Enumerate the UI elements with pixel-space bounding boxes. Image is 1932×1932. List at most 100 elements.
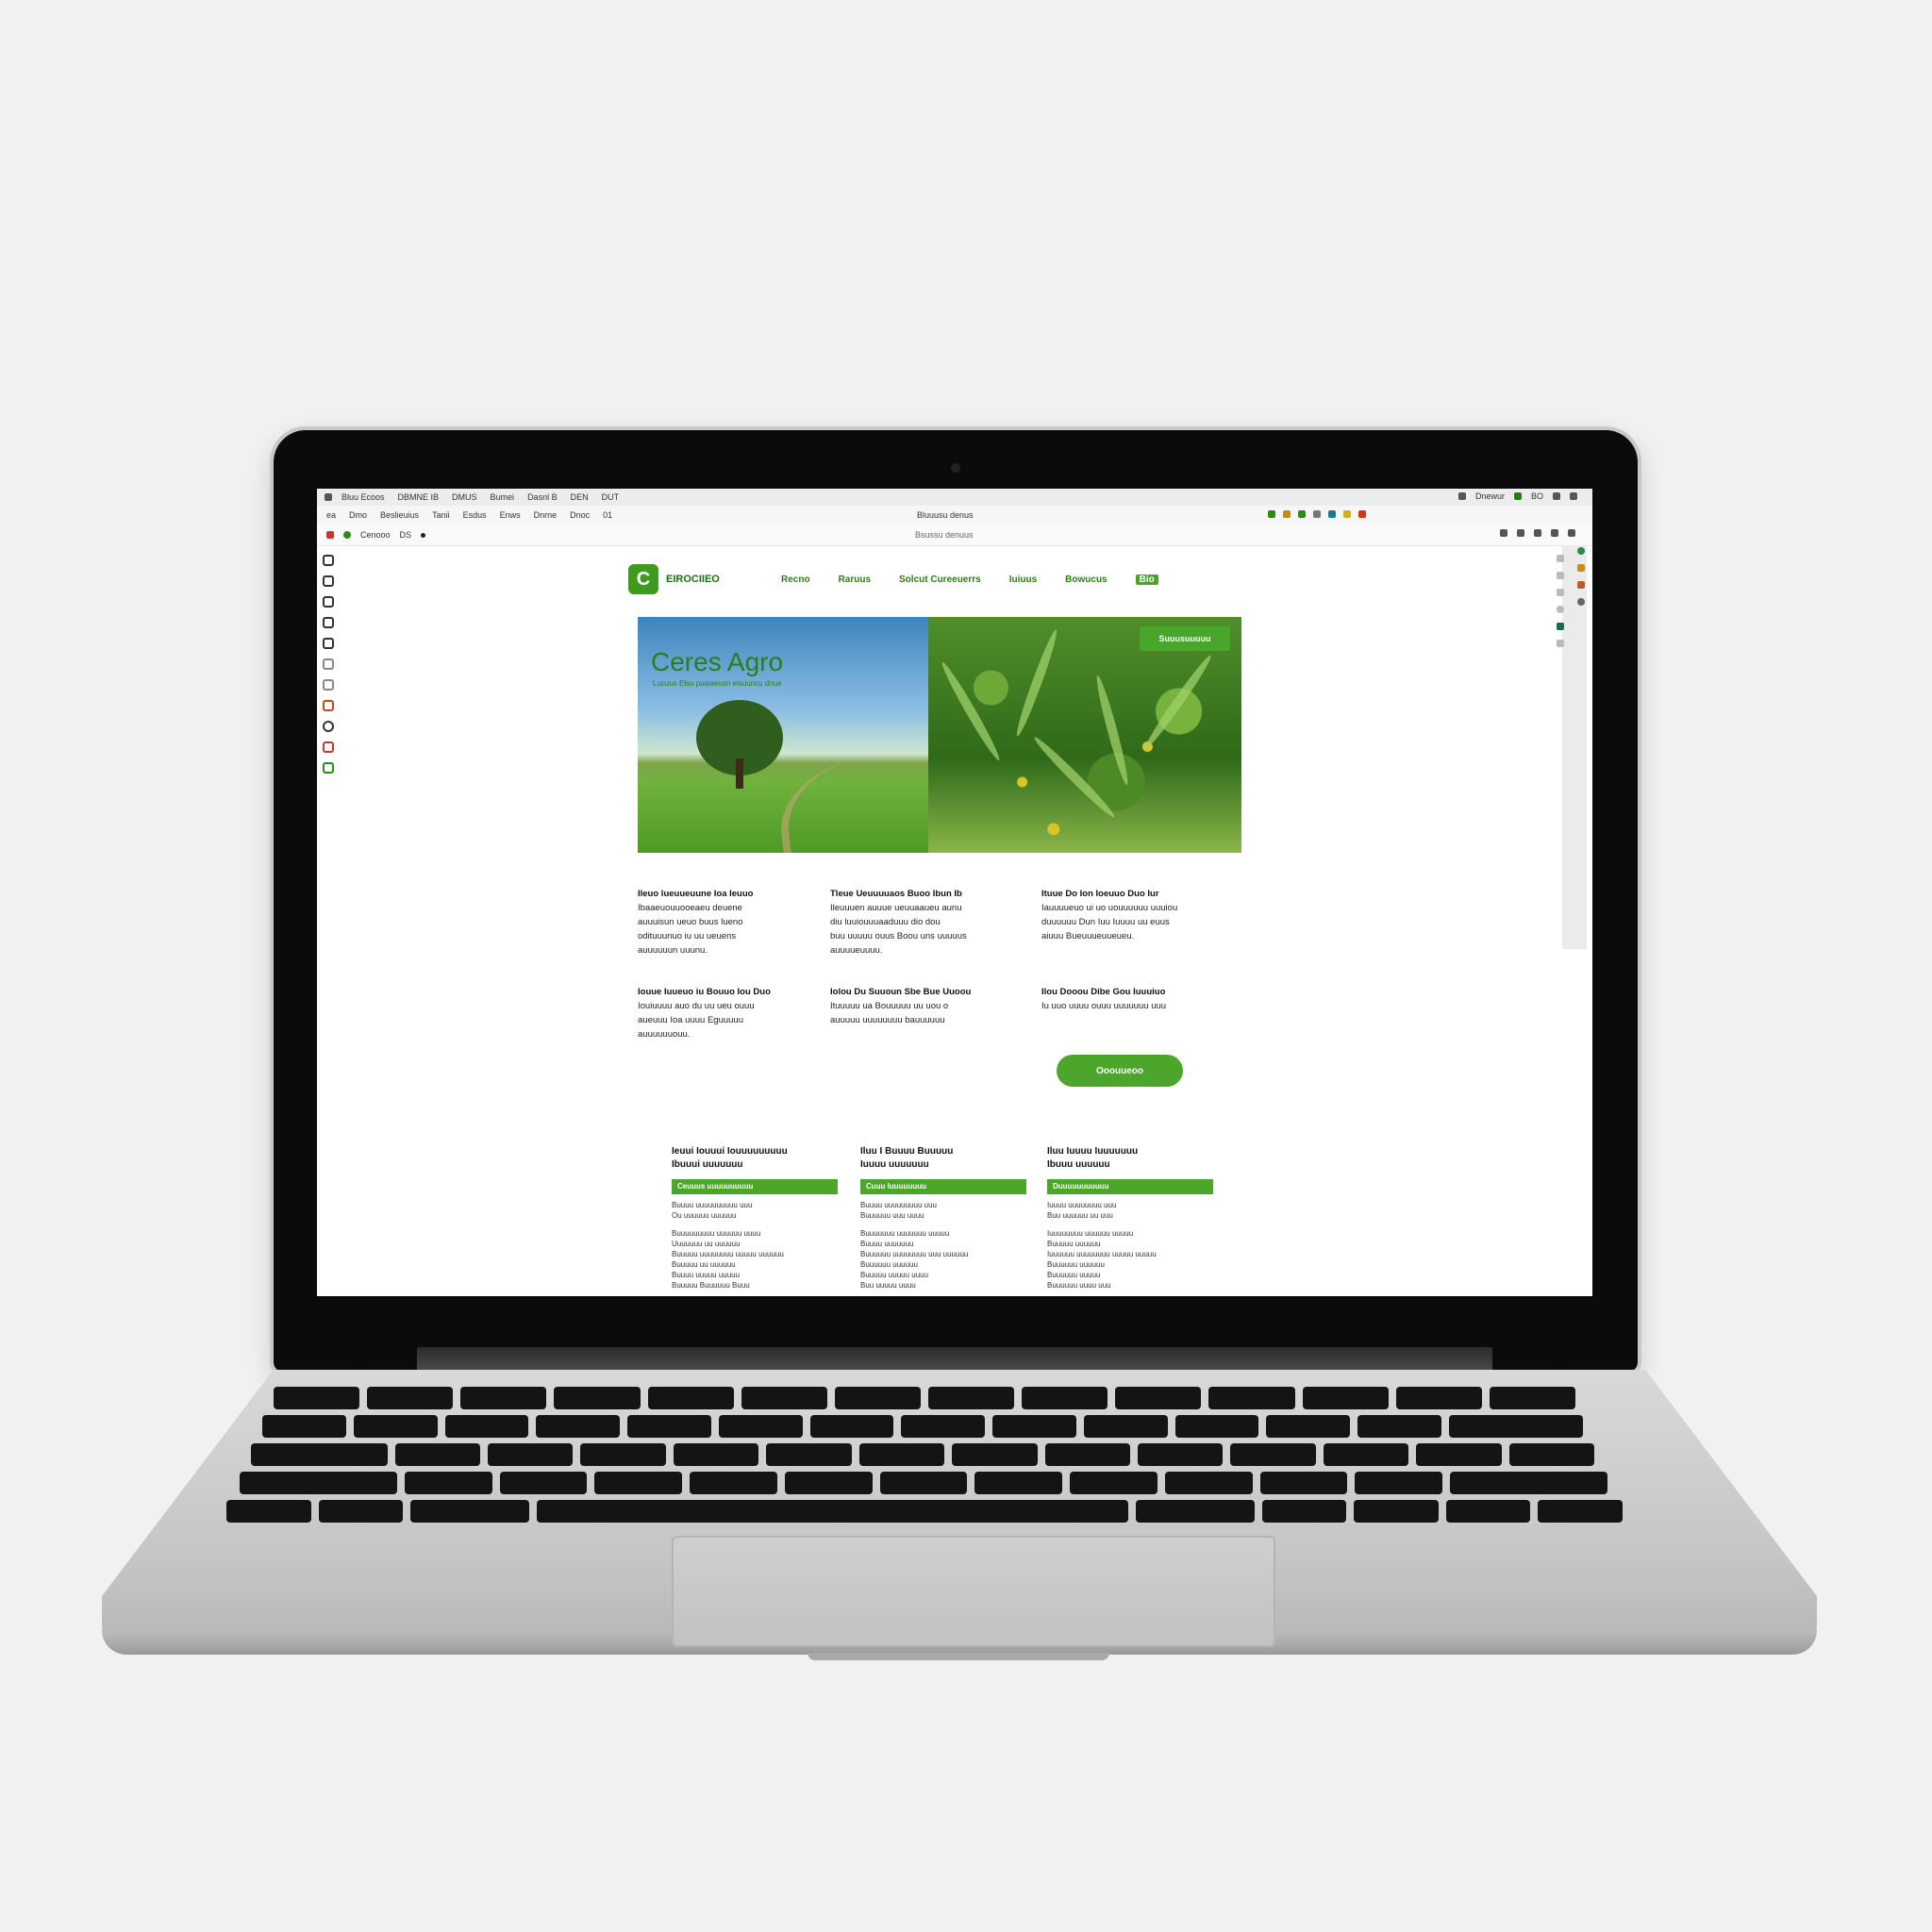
settings-icon[interactable]	[1551, 529, 1558, 537]
tab[interactable]: Dnoc	[570, 510, 590, 520]
panel-icon[interactable]	[1557, 589, 1564, 596]
download-icon[interactable]	[1534, 529, 1541, 537]
right-panel	[1557, 555, 1564, 647]
card-line: Buuuu uuuuuuu	[860, 1240, 914, 1248]
status-text[interactable]: BO	[1531, 491, 1543, 501]
scrollbar[interactable]	[1562, 545, 1587, 949]
extension-icon[interactable]	[1298, 510, 1306, 518]
menu-item[interactable]: Dasnl B	[527, 492, 558, 502]
panel-icon[interactable]	[1557, 555, 1564, 562]
status-icon[interactable]	[1513, 492, 1522, 500]
card-line: Buuuuuu uuuuuu	[1047, 1260, 1105, 1269]
sidebar-icon[interactable]	[323, 700, 334, 711]
card-line: Buuuuu uuuuuuuu uuuuu uuuuuu	[672, 1250, 784, 1258]
sidebar-icon[interactable]	[323, 762, 334, 774]
card-bar[interactable]: Ceuuus uuuuuuuuuu	[672, 1179, 838, 1194]
nav-link[interactable]: Bowucus	[1065, 575, 1107, 585]
card-line: Uuuuuuu uu uuuuuu	[672, 1240, 741, 1248]
panel-icon[interactable]	[1557, 606, 1564, 613]
panel-icon[interactable]	[1557, 640, 1564, 647]
tab[interactable]: 01	[603, 510, 612, 520]
status-icon[interactable]	[1457, 492, 1466, 500]
battery-icon[interactable]	[1570, 492, 1577, 500]
sidebar-icon[interactable]	[323, 575, 334, 587]
field-path	[772, 747, 945, 853]
card-line: Buuuuuu uuu uuuu	[860, 1211, 924, 1220]
card-bar[interactable]: Cuuu Iuuuuuuuu	[860, 1179, 1026, 1194]
info-card: Iluu I Buuuu Buuuuu Iuuuu uuuuuuu Cuuu I…	[860, 1145, 1026, 1291]
trackpad[interactable]	[672, 1536, 1275, 1647]
status-text[interactable]: Dnewur	[1475, 491, 1505, 501]
dock-icon[interactable]	[1577, 564, 1585, 572]
sidebar-icon[interactable]	[323, 596, 334, 608]
sidebar-icon[interactable]	[323, 617, 334, 628]
dock-icon[interactable]	[1577, 598, 1585, 606]
panel-icon[interactable]	[1557, 572, 1564, 579]
nav-link[interactable]: Recno	[781, 575, 810, 585]
tab[interactable]: Esdus	[463, 510, 487, 520]
tab[interactable]: Dnrne	[534, 510, 558, 520]
tabs-icon[interactable]	[1517, 529, 1524, 537]
card-bar[interactable]: Duuuuuuuuuuu	[1047, 1179, 1213, 1194]
nav-badge[interactable]: Bio	[1135, 575, 1158, 585]
feature-line: Ibaaeuouuooeaeu deuene	[638, 903, 742, 913]
feature-line: duuuuuu Dun Iuu Iuuuu uu euus	[1041, 917, 1170, 927]
tab[interactable]: Enws	[500, 510, 521, 520]
wifi-icon[interactable]	[1553, 492, 1560, 500]
sidebar-icon[interactable]	[323, 679, 334, 691]
tab[interactable]: Tanii	[432, 510, 450, 520]
tab[interactable]: Dmo	[349, 510, 367, 520]
url-field[interactable]: Bsussu denuus	[915, 530, 974, 540]
hero-button[interactable]: Suuusuuuuu	[1140, 626, 1230, 651]
feature-block: Ituue Do Ion Ioeuuo Duo Iur Iauuuueuo ui…	[1041, 887, 1221, 943]
site-header: C EIROCIIEO Recno Raruus Solcut Cureeuer…	[628, 564, 1194, 596]
sidebar-icon[interactable]	[323, 638, 334, 649]
profile-icon[interactable]	[1568, 529, 1575, 537]
extension-icon[interactable]	[1313, 510, 1321, 518]
sidebar-icon[interactable]	[323, 721, 334, 732]
menu-item[interactable]: DMUS	[452, 492, 477, 502]
share-icon[interactable]	[1500, 529, 1507, 537]
back-icon[interactable]	[326, 531, 334, 539]
tab[interactable]: Beslieuius	[380, 510, 419, 520]
cta-button[interactable]: Ooouueoo	[1057, 1055, 1183, 1087]
card-title: Ieuui Iouuui Iouuuuuuuuu	[672, 1146, 788, 1157]
feature-title: Iouue Iuueuo iu Bouuo Iou Duo	[638, 987, 771, 997]
feature-line: buu uuuuu ouus Boou uns uuuuus	[830, 931, 967, 941]
nav-link[interactable]: Raruus	[839, 575, 871, 585]
apple-icon[interactable]	[325, 493, 332, 501]
extension-icon[interactable]	[1328, 510, 1336, 518]
menu-item[interactable]: DUT	[602, 492, 620, 502]
menu-item[interactable]: DBMNE IB	[398, 492, 440, 502]
sidebar-icon[interactable]	[323, 658, 334, 670]
site-icon[interactable]	[343, 531, 351, 539]
feature-block: Ilou Dooou Dibe Gou Iuuuiuo Iu uuo uuuu …	[1041, 985, 1221, 1013]
bookmark-label[interactable]: DS	[400, 530, 412, 540]
feature-line: auuuisun ueuo buus lueno	[638, 917, 743, 927]
logo-text[interactable]: EIROCIIEO	[666, 574, 720, 585]
screen: Bluu Ecoos DBMNE IB DMUS Bumei Dasnl B D…	[317, 489, 1592, 1296]
dock-icon[interactable]	[1577, 547, 1585, 555]
menu-item[interactable]: Bumei	[491, 492, 515, 502]
extension-icon[interactable]	[1343, 510, 1351, 518]
sidebar-icon[interactable]	[323, 741, 334, 753]
card-line: Iuuuuuuuu uuuuuu uuuuu	[1047, 1229, 1134, 1238]
extension-icon[interactable]	[1283, 510, 1291, 518]
bookmark-label[interactable]: Cenooo	[360, 530, 391, 540]
menu-item[interactable]: Bluu Ecoos	[341, 492, 385, 502]
info-card: Ieuui Iouuui Iouuuuuuuuu Ibuuui uuuuuuu …	[672, 1145, 838, 1291]
card-line: Buu uuuuu uuuu	[860, 1281, 916, 1290]
tab[interactable]: ea	[326, 510, 336, 520]
card-line: Buuuuuu uuuuuuuu uuu uuuuuu	[860, 1250, 969, 1258]
logo-icon[interactable]: C	[628, 564, 658, 594]
extension-icon[interactable]	[1358, 510, 1366, 518]
nav-link[interactable]: Iuiuus	[1009, 575, 1037, 585]
extension-icon[interactable]	[1268, 510, 1275, 518]
panel-icon[interactable]	[1557, 623, 1564, 630]
address-bar: Cenooo DS Bsussu denuus	[317, 525, 1592, 546]
nav-link[interactable]: Solcut Cureeuerrs	[899, 575, 981, 585]
menu-item[interactable]: DEN	[571, 492, 589, 502]
feature-line: Iouiuuuu auo du uu ueu ouuu	[638, 1001, 755, 1011]
dock-icon[interactable]	[1577, 581, 1585, 589]
sidebar-icon[interactable]	[323, 555, 334, 566]
